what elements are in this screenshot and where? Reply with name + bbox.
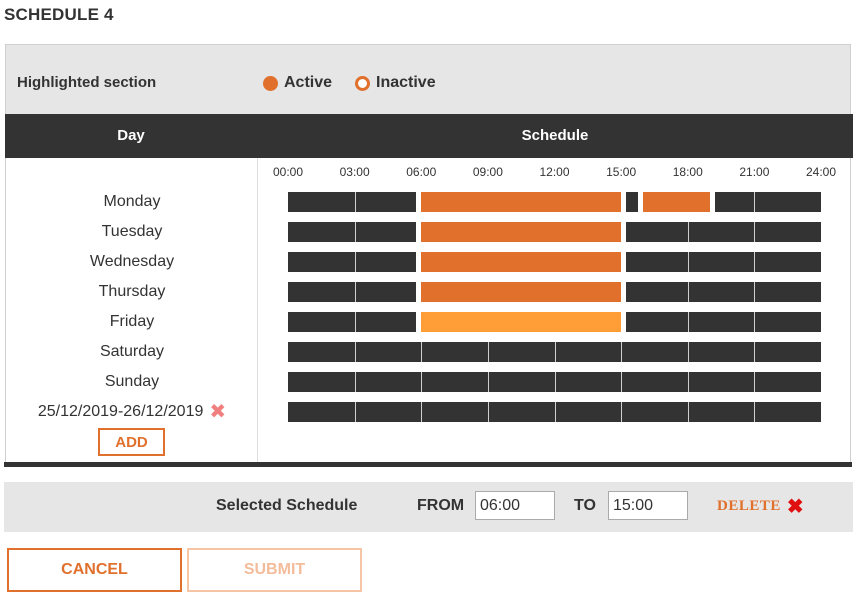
day-label-thursday: Thursday xyxy=(98,283,166,300)
hour-gridline xyxy=(621,372,623,392)
day-label-tuesday: Tuesday xyxy=(101,223,163,240)
legend-inactive: Inactive xyxy=(355,74,436,92)
hour-gridline xyxy=(754,312,756,332)
schedule-row-track[interactable] xyxy=(288,252,821,272)
hour-gridline xyxy=(687,222,689,242)
inactive-dot-icon xyxy=(355,75,370,91)
hour-gridline xyxy=(754,402,756,422)
hour-gridline xyxy=(554,402,556,422)
time-axis-label: 03:00 xyxy=(339,165,370,179)
hour-gridline xyxy=(554,372,556,392)
time-axis-label: 18:00 xyxy=(672,165,703,179)
remove-date-close-icon[interactable]: ✖ xyxy=(209,402,226,422)
schedule-row-track[interactable] xyxy=(288,342,821,362)
time-axis-label: 21:00 xyxy=(739,165,770,179)
active-dot-icon xyxy=(263,75,278,91)
hour-gridline xyxy=(687,312,689,332)
schedule-row-track[interactable] xyxy=(288,312,821,332)
to-label: TO xyxy=(574,497,596,514)
table-header: Day Schedule xyxy=(5,114,853,158)
hour-gridline xyxy=(421,402,423,422)
hour-gridline xyxy=(621,402,623,422)
time-axis-label: 09:00 xyxy=(472,165,503,179)
table-bottom-rule xyxy=(4,462,852,467)
hour-gridline xyxy=(687,252,689,272)
legend-label: Highlighted section xyxy=(17,74,157,91)
active-schedule-segment[interactable] xyxy=(416,192,627,212)
time-axis-label: 06:00 xyxy=(406,165,437,179)
legend-inactive-label: Inactive xyxy=(376,74,436,91)
from-time-input[interactable] xyxy=(475,491,555,520)
to-time-input[interactable] xyxy=(608,491,688,520)
active-schedule-segment[interactable] xyxy=(638,192,715,212)
hour-gridline xyxy=(354,402,356,422)
legend-bar: Highlighted section Active Inactive xyxy=(6,45,850,114)
hour-gridline xyxy=(354,342,356,362)
from-label: FROM xyxy=(417,497,465,514)
delete-button[interactable]: DELETE ✖ xyxy=(717,495,805,518)
selected-schedule-label: Selected Schedule xyxy=(216,497,358,514)
time-axis-label: 15:00 xyxy=(606,165,637,179)
day-label-friday: Friday xyxy=(109,313,155,330)
delete-close-icon: ✖ xyxy=(786,495,805,518)
selected-schedule-segment[interactable] xyxy=(416,312,627,332)
hour-gridline xyxy=(421,342,423,362)
hour-gridline xyxy=(754,192,756,212)
day-label-saturday: Saturday xyxy=(99,343,165,360)
hour-gridline xyxy=(354,372,356,392)
delete-label: DELETE xyxy=(717,498,781,514)
add-button[interactable]: ADD xyxy=(98,428,165,456)
cancel-button[interactable]: CANCEL xyxy=(7,548,182,592)
date-range-row: 25/12/2019-26/12/2019 ✖ xyxy=(6,402,258,422)
hour-gridline xyxy=(754,252,756,272)
time-axis-label: 24:00 xyxy=(805,165,837,179)
day-label-monday: Monday xyxy=(103,193,161,210)
selected-schedule-bar: Selected Schedule FROM TO DELETE ✖ xyxy=(4,482,853,532)
schedule-row-track[interactable] xyxy=(288,192,821,212)
hour-gridline xyxy=(687,342,689,362)
submit-button[interactable]: SUBMIT xyxy=(187,548,362,592)
schedule-row-track[interactable] xyxy=(288,282,821,302)
hour-gridline xyxy=(487,402,489,422)
active-schedule-segment[interactable] xyxy=(416,282,627,302)
schedule-row-track[interactable] xyxy=(288,372,821,392)
day-label-wednesday: Wednesday xyxy=(89,253,175,270)
hour-gridline xyxy=(354,312,356,332)
legend-active: Active xyxy=(263,74,332,92)
hour-gridline xyxy=(354,222,356,242)
day-label-sunday: Sunday xyxy=(104,373,160,390)
time-axis-label: 12:00 xyxy=(539,165,570,179)
hour-gridline xyxy=(754,222,756,242)
hour-gridline xyxy=(687,282,689,302)
date-range-label: 25/12/2019-26/12/2019 xyxy=(37,403,204,420)
hour-gridline xyxy=(487,342,489,362)
legend-active-label: Active xyxy=(284,74,333,91)
hour-gridline xyxy=(354,282,356,302)
hour-gridline xyxy=(421,372,423,392)
day-column-header: Day xyxy=(117,127,145,144)
hour-gridline xyxy=(687,372,689,392)
hour-gridline xyxy=(354,252,356,272)
schedule-column-header: Schedule xyxy=(521,127,589,144)
schedule-row-track[interactable] xyxy=(288,222,821,242)
hour-gridline xyxy=(754,342,756,362)
hour-gridline xyxy=(354,192,356,212)
day-column: Monday Tuesday Wednesday Thursday Friday… xyxy=(6,158,258,462)
time-axis-label: 00:00 xyxy=(272,165,304,179)
hour-gridline xyxy=(554,342,556,362)
hour-gridline xyxy=(754,282,756,302)
active-schedule-segment[interactable] xyxy=(416,252,627,272)
hour-gridline xyxy=(621,342,623,362)
hour-gridline xyxy=(687,402,689,422)
page-title: SCHEDULE 4 xyxy=(4,5,114,24)
schedule-row-track[interactable] xyxy=(288,402,821,422)
hour-gridline xyxy=(487,372,489,392)
active-schedule-segment[interactable] xyxy=(416,222,627,242)
hour-gridline xyxy=(754,372,756,392)
